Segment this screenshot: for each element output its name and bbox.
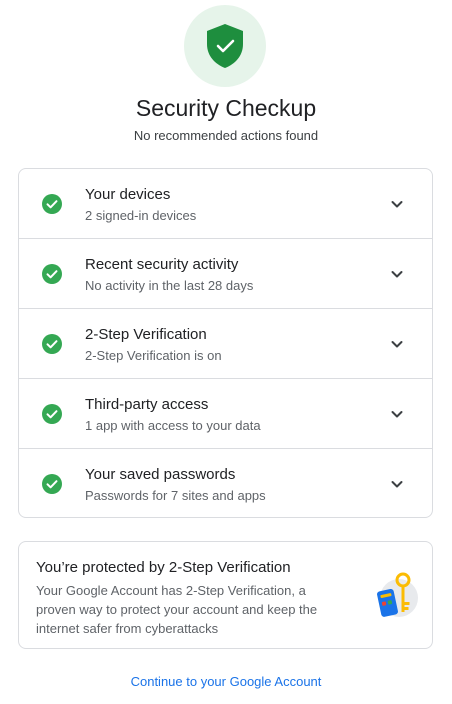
checkup-item-third-party[interactable]: Third-party access 1 app with access to … (19, 379, 432, 449)
continue-account-link[interactable]: Continue to your Google Account (0, 674, 452, 689)
item-subtitle: 2-Step Verification is on (85, 348, 222, 363)
chevron-down-icon[interactable] (389, 266, 405, 282)
chevron-down-icon[interactable] (389, 336, 405, 352)
checkup-item-security-activity[interactable]: Recent security activity No activity in … (19, 239, 432, 309)
promo-body: Your Google Account has 2-Step Verificat… (36, 583, 318, 636)
promo-title: You’re protected by 2-Step Verification (36, 559, 291, 576)
security-shield-badge (184, 5, 266, 87)
item-title: 2-Step Verification (85, 326, 207, 343)
item-subtitle: Passwords for 7 sites and apps (85, 488, 266, 503)
shield-check-icon (207, 24, 243, 68)
item-title: Your saved passwords (85, 466, 236, 483)
item-subtitle: 2 signed-in devices (85, 208, 197, 223)
item-title: Recent security activity (85, 256, 239, 273)
check-circle-icon (42, 404, 62, 424)
check-circle-icon (42, 474, 62, 494)
page-title: Security Checkup (135, 95, 317, 121)
phone-key-illustration (377, 572, 418, 617)
checkup-item-passwords[interactable]: Your saved passwords Passwords for 7 sit… (19, 449, 432, 517)
chevron-down-icon[interactable] (389, 476, 405, 492)
checkup-list: Your devices 2 signed-in devices Recent … (18, 168, 433, 518)
chevron-down-icon[interactable] (389, 406, 405, 422)
item-subtitle: No activity in the last 28 days (85, 278, 254, 293)
checkup-item-devices[interactable]: Your devices 2 signed-in devices (19, 169, 432, 239)
2sv-promo-card: You’re protected by 2-Step Verification … (18, 541, 433, 649)
chevron-down-icon[interactable] (389, 196, 405, 212)
item-title: Your devices (85, 186, 171, 203)
item-subtitle: 1 app with access to your data (85, 418, 261, 433)
item-title: Third-party access (85, 396, 209, 413)
check-circle-icon (42, 194, 62, 214)
page-subtitle: No recommended actions found (133, 128, 319, 143)
check-circle-icon (42, 334, 62, 354)
check-circle-icon (42, 264, 62, 284)
checkup-item-2sv[interactable]: 2-Step Verification 2-Step Verification … (19, 309, 432, 379)
